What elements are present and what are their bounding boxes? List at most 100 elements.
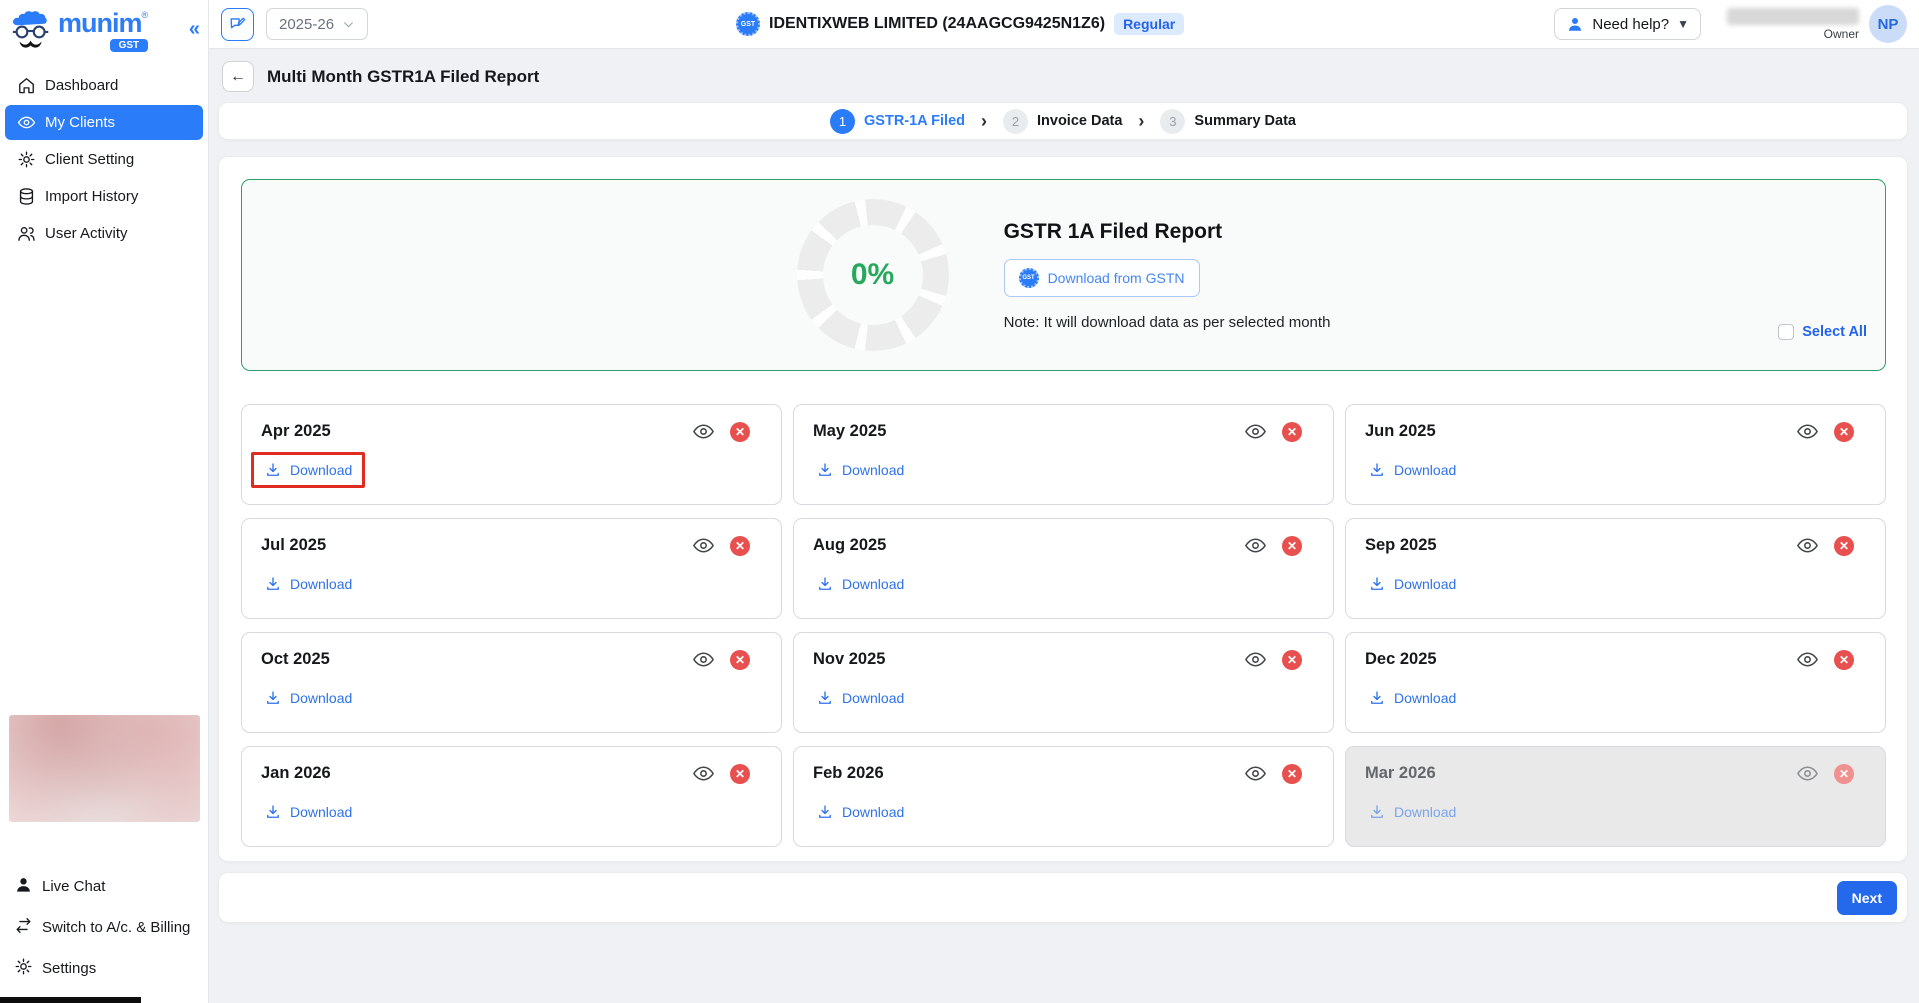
sidebar-item-label: Live Chat bbox=[42, 878, 105, 895]
company-name: IDENTIXWEB LIMITED (24AAGCG9425N1Z6) bbox=[769, 15, 1105, 33]
preview-eye-icon[interactable] bbox=[1796, 762, 1819, 785]
download-label: Download bbox=[842, 804, 904, 820]
download-label: Download bbox=[842, 690, 904, 706]
download-link[interactable]: Download bbox=[803, 566, 917, 602]
remove-x-circle-icon[interactable]: ✕ bbox=[1834, 650, 1854, 670]
download-link[interactable]: Download bbox=[803, 680, 917, 716]
month-card-actions: ✕ bbox=[692, 420, 750, 443]
months-grid: Apr 2025✕DownloadMay 2025✕DownloadJun 20… bbox=[241, 404, 1886, 847]
download-label: Download bbox=[290, 462, 352, 478]
person-icon bbox=[14, 875, 33, 898]
fiscal-year-dropdown[interactable]: 2025-26 bbox=[266, 8, 368, 40]
remove-x-circle-icon[interactable]: ✕ bbox=[1282, 536, 1302, 556]
chevron-right-icon: › bbox=[1136, 111, 1146, 132]
stepper: 1GSTR-1A Filed › 2Invoice Data › 3Summary Da… bbox=[830, 109, 1296, 134]
download-link[interactable]: Download bbox=[1355, 680, 1469, 716]
sidebar-item-label: Import History bbox=[45, 188, 138, 205]
hero-note: Note: It will download data as per selec… bbox=[1004, 314, 1331, 331]
support-person-icon bbox=[1566, 15, 1584, 33]
preview-eye-icon[interactable] bbox=[1796, 420, 1819, 443]
preview-eye-icon[interactable] bbox=[692, 648, 715, 671]
step-label: Summary Data bbox=[1194, 113, 1296, 129]
sidebar-item-switch-to-a-c-billing[interactable]: Switch to A/c. & Billing bbox=[0, 907, 208, 948]
download-link[interactable]: Download bbox=[251, 680, 365, 716]
preview-eye-icon[interactable] bbox=[692, 762, 715, 785]
sidebar-item-dashboard[interactable]: Dashboard bbox=[5, 68, 203, 103]
swap-icon bbox=[14, 916, 33, 939]
step-invoice-data[interactable]: 2Invoice Data bbox=[1003, 109, 1122, 134]
download-link[interactable]: Download bbox=[1355, 794, 1469, 830]
back-button[interactable]: ← bbox=[222, 61, 254, 92]
month-label: Feb 2026 bbox=[813, 764, 884, 783]
need-help-button[interactable]: Need help? ▼ bbox=[1554, 8, 1701, 40]
download-link[interactable]: Download bbox=[1355, 452, 1469, 488]
preview-eye-icon[interactable] bbox=[1244, 762, 1267, 785]
download-icon bbox=[816, 461, 834, 479]
preview-eye-icon[interactable] bbox=[692, 420, 715, 443]
download-icon bbox=[264, 575, 282, 593]
month-card-actions: ✕ bbox=[692, 534, 750, 557]
sidebar-item-import-history[interactable]: Import History bbox=[5, 179, 203, 214]
logo-gst-badge: GST bbox=[110, 39, 149, 52]
preview-eye-icon[interactable] bbox=[692, 534, 715, 557]
preview-eye-icon[interactable] bbox=[1244, 534, 1267, 557]
preview-eye-icon[interactable] bbox=[1796, 648, 1819, 671]
hero-info: GSTR 1A Filed Report GST Download from G… bbox=[1004, 220, 1331, 331]
month-label: Nov 2025 bbox=[813, 650, 885, 669]
preview-eye-icon[interactable] bbox=[1244, 648, 1267, 671]
user-meta: Owner bbox=[1727, 8, 1859, 41]
download-label: Download bbox=[842, 576, 904, 592]
taxpayer-type-badge: Regular bbox=[1114, 13, 1184, 35]
need-help-label: Need help? bbox=[1592, 16, 1669, 33]
download-link[interactable]: Download bbox=[1355, 566, 1469, 602]
remove-x-circle-icon[interactable]: ✕ bbox=[1282, 650, 1302, 670]
remove-x-circle-icon[interactable]: ✕ bbox=[730, 650, 750, 670]
download-link[interactable]: Download bbox=[803, 794, 917, 830]
sidebar-item-label: Settings bbox=[42, 960, 96, 977]
sidebar-item-client-setting[interactable]: Client Setting bbox=[5, 142, 203, 177]
download-link[interactable]: Download bbox=[251, 452, 365, 488]
remove-x-circle-icon[interactable]: ✕ bbox=[1282, 422, 1302, 442]
remove-x-circle-icon[interactable]: ✕ bbox=[1834, 764, 1854, 784]
download-link[interactable]: Download bbox=[251, 566, 365, 602]
download-link[interactable]: Download bbox=[803, 452, 917, 488]
sidebar-item-live-chat[interactable]: Live Chat bbox=[0, 866, 208, 907]
feedback-message-edit-button[interactable] bbox=[221, 8, 254, 41]
sidebar-bottom: Live Chat Switch to A/c. & Billing Setting… bbox=[0, 715, 208, 989]
step-gstr-1a-filed[interactable]: 1GSTR-1A Filed bbox=[830, 109, 965, 134]
step-summary-data[interactable]: 3Summary Data bbox=[1160, 109, 1296, 134]
month-card-actions: ✕ bbox=[1244, 534, 1302, 557]
progress-donut: 0% bbox=[797, 199, 949, 351]
sidebar-item-my-clients[interactable]: My Clients bbox=[5, 105, 203, 140]
download-label: Download bbox=[290, 804, 352, 820]
download-from-gstn-button[interactable]: GST Download from GSTN bbox=[1004, 259, 1200, 297]
month-card-dec-2025: Dec 2025✕Download bbox=[1345, 632, 1886, 733]
month-card-oct-2025: Oct 2025✕Download bbox=[241, 632, 782, 733]
month-card-jul-2025: Jul 2025✕Download bbox=[241, 518, 782, 619]
download-icon bbox=[816, 689, 834, 707]
month-card-header: Nov 2025 ✕ bbox=[813, 648, 1314, 671]
sidebar-item-settings[interactable]: Settings bbox=[0, 948, 208, 989]
avatar[interactable]: NP bbox=[1869, 5, 1907, 43]
remove-x-circle-icon[interactable]: ✕ bbox=[730, 536, 750, 556]
preview-eye-icon[interactable] bbox=[1796, 534, 1819, 557]
munim-mascot-icon bbox=[10, 10, 54, 52]
chevron-right-icon: › bbox=[979, 111, 989, 132]
select-all-checkbox[interactable] bbox=[1778, 324, 1794, 340]
select-all-control[interactable]: Select All bbox=[1778, 324, 1867, 340]
munim-logo: munim® GST bbox=[10, 10, 148, 52]
sidebar-collapse-icon[interactable]: « bbox=[189, 10, 200, 41]
remove-x-circle-icon[interactable]: ✕ bbox=[1834, 422, 1854, 442]
step-label: Invoice Data bbox=[1037, 113, 1122, 129]
download-label: Download bbox=[1394, 462, 1456, 478]
remove-x-circle-icon[interactable]: ✕ bbox=[1834, 536, 1854, 556]
download-link[interactable]: Download bbox=[251, 794, 365, 830]
remove-x-circle-icon[interactable]: ✕ bbox=[1282, 764, 1302, 784]
sidebar-item-user-activity[interactable]: User Activity bbox=[5, 216, 203, 251]
remove-x-circle-icon[interactable]: ✕ bbox=[730, 422, 750, 442]
remove-x-circle-icon[interactable]: ✕ bbox=[730, 764, 750, 784]
next-button[interactable]: Next bbox=[1837, 881, 1897, 915]
preview-eye-icon[interactable] bbox=[1244, 420, 1267, 443]
topbar-right: Need help? ▼ Owner NP bbox=[1554, 5, 1907, 43]
promo-banner-blurred bbox=[9, 715, 200, 822]
